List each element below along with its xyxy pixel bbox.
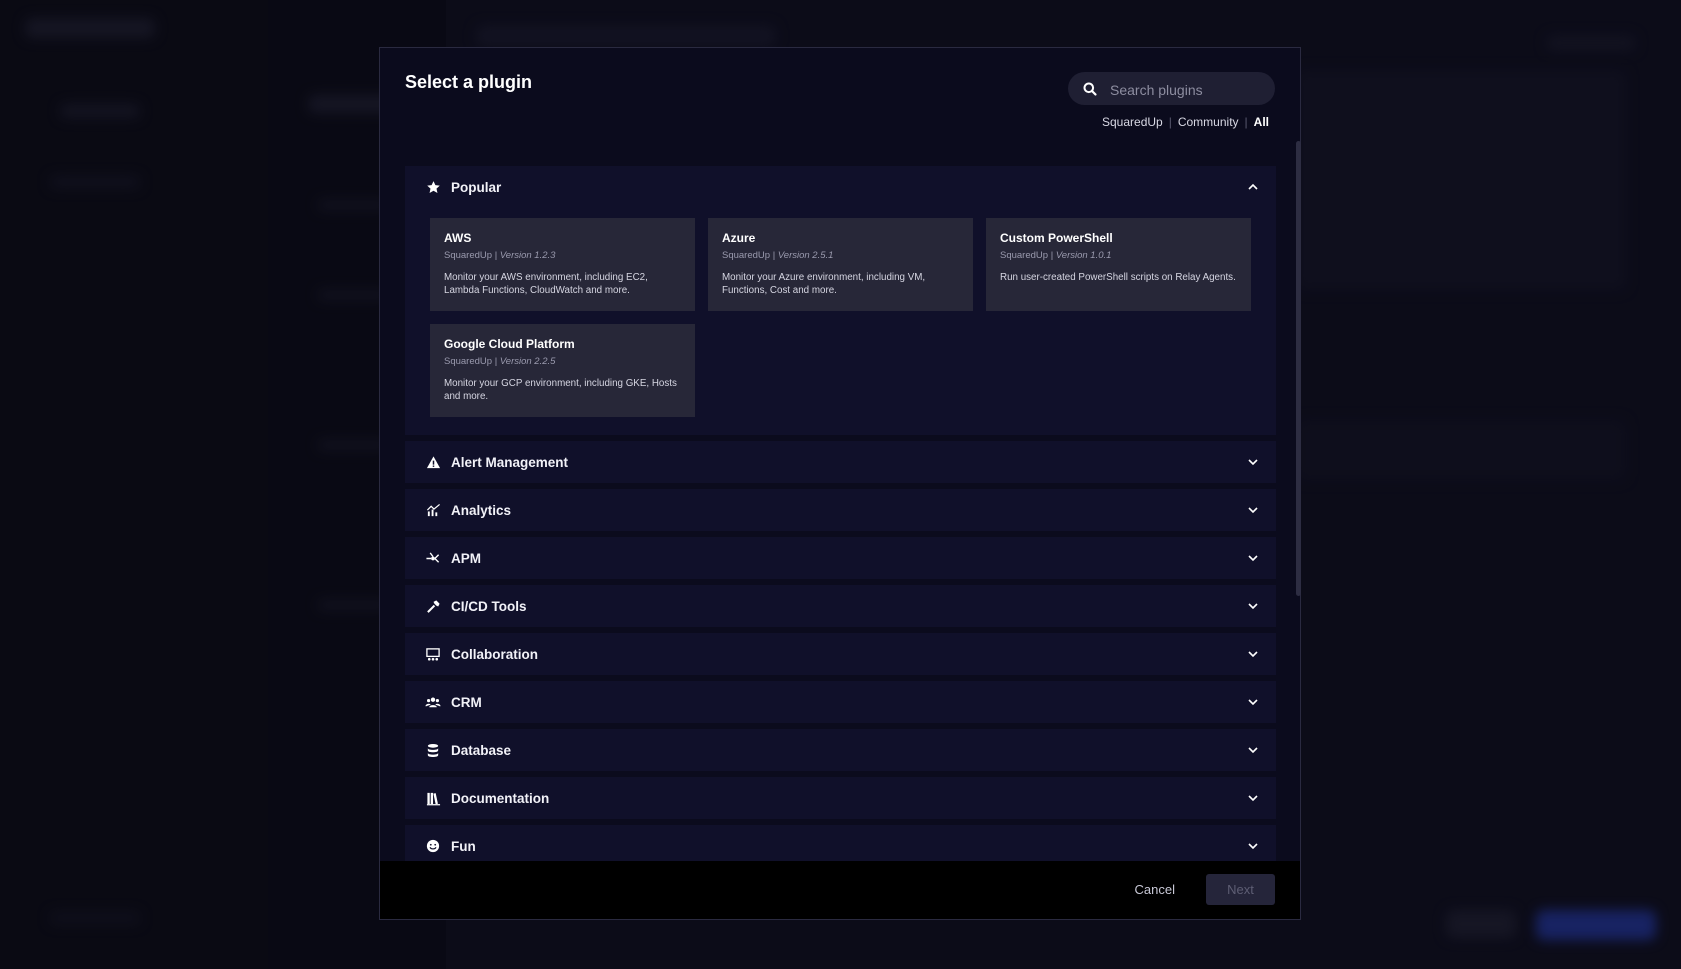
filter-squaredup[interactable]: SquaredUp [1102,115,1163,129]
chevron-down-icon[interactable] [1246,551,1260,565]
plugin-description: Monitor your GCP environment, including … [444,378,677,402]
cancel-button[interactable]: Cancel [1129,881,1181,898]
category-analytics[interactable]: Analytics [405,489,1276,531]
scrollbar-thumb[interactable] [1296,141,1301,596]
category-database[interactable]: Database [405,729,1276,771]
category-label: APM [451,550,481,566]
chevron-down-icon[interactable] [1246,647,1260,661]
plugin-publisher: SquaredUp [722,250,771,261]
category-popular: Popular AWS SquaredUp | Version 1.2.3 Mo… [405,166,1276,435]
plugin-description: Run user-created PowerShell scripts on R… [1000,272,1236,283]
filter-all[interactable]: All [1254,115,1269,129]
chevron-down-icon[interactable] [1246,839,1260,853]
hammer-icon [425,598,441,614]
next-button[interactable]: Next [1206,874,1275,905]
chevron-down-icon[interactable] [1246,503,1260,517]
category-header[interactable]: Collaboration [405,633,1276,675]
category-documentation[interactable]: Documentation [405,777,1276,819]
category-label: Collaboration [451,646,538,662]
warning-icon [425,454,441,470]
chevron-down-icon[interactable] [1246,743,1260,757]
chevron-down-icon[interactable] [1246,791,1260,805]
category-header[interactable]: Documentation [405,777,1276,819]
category-label: Analytics [451,502,512,518]
select-plugin-dialog: Select a plugin SquaredUp | Community | … [379,47,1301,920]
search-input[interactable] [1108,72,1267,107]
category-alert-management[interactable]: Alert Management [405,441,1276,483]
database-icon [425,742,441,758]
dialog-footer: Cancel Next [380,861,1300,919]
chevron-down-icon[interactable] [1246,455,1260,469]
category-ci-cd-tools[interactable]: CI/CD Tools [405,585,1276,627]
plugin-name: AWS [444,231,472,245]
plugin-version: Version 1.0.1 [1055,250,1112,261]
source-filter: SquaredUp | Community | All [1102,115,1269,129]
apm-icon [425,550,441,566]
plugin-version: Version 2.2.5 [499,356,556,367]
chevron-down-icon[interactable] [1246,599,1260,613]
plugin-card-custom-powershell[interactable]: Custom PowerShell SquaredUp | Version 1.… [986,218,1251,311]
plugin-meta: SquaredUp | Version 2.5.1 [722,250,834,261]
analytics-icon [425,502,441,518]
category-label: Popular [451,179,502,195]
plugin-version: Version 1.2.3 [499,250,556,261]
category-apm[interactable]: APM [405,537,1276,579]
plugin-name: Custom PowerShell [1000,231,1113,245]
plugin-meta: SquaredUp | Version 2.2.5 [444,356,556,367]
chevron-down-icon[interactable] [1246,695,1260,709]
chevron-up-icon[interactable] [1246,180,1260,194]
smiley-icon [425,838,441,854]
category-header[interactable]: CRM [405,681,1276,723]
category-header-popular[interactable]: Popular [405,166,1276,208]
category-label: Fun [451,838,476,854]
plugin-card-azure[interactable]: Azure SquaredUp | Version 2.5.1 Monitor … [708,218,973,311]
plugin-publisher: SquaredUp [444,250,493,261]
plugin-description: Monitor your Azure environment, includin… [722,272,926,296]
plugin-card-aws[interactable]: AWS SquaredUp | Version 1.2.3 Monitor yo… [430,218,695,311]
filter-separator: | [1168,115,1172,129]
category-label: CRM [451,694,482,710]
plugin-meta: SquaredUp | Version 1.2.3 [444,250,556,261]
plugin-publisher: SquaredUp [1000,250,1049,261]
plugin-card-google-cloud-platform[interactable]: Google Cloud Platform SquaredUp | Versio… [430,324,695,417]
category-crm[interactable]: CRM [405,681,1276,723]
books-icon [425,790,441,806]
category-label: CI/CD Tools [451,598,527,614]
category-label: Documentation [451,790,550,806]
plugin-publisher: SquaredUp [444,356,493,367]
collaboration-icon [425,646,441,662]
category-header[interactable]: Database [405,729,1276,771]
dialog-title: Select a plugin [405,72,533,92]
plugin-name: Azure [722,231,756,245]
plugin-meta: SquaredUp | Version 1.0.1 [1000,250,1112,261]
search-icon [1083,82,1097,96]
plugin-version: Version 2.5.1 [777,250,834,261]
star-icon [425,179,441,195]
category-header[interactable]: APM [405,537,1276,579]
filter-community[interactable]: Community [1178,115,1239,129]
category-header[interactable]: CI/CD Tools [405,585,1276,627]
plugin-name: Google Cloud Platform [444,337,575,351]
filter-separator: | [1244,115,1248,129]
category-label: Alert Management [451,454,569,470]
popular-plugin-grid: AWS SquaredUp | Version 1.2.3 Monitor yo… [405,208,1276,435]
plugin-description: Monitor your AWS environment, including … [444,272,648,296]
plugin-category-list[interactable]: Popular AWS SquaredUp | Version 1.2.3 Mo… [405,166,1276,876]
category-collaboration[interactable]: Collaboration [405,633,1276,675]
search-box[interactable] [1068,72,1275,107]
category-header[interactable]: Alert Management [405,441,1276,483]
category-label: Database [451,742,512,758]
users-icon [425,694,441,710]
category-header[interactable]: Analytics [405,489,1276,531]
